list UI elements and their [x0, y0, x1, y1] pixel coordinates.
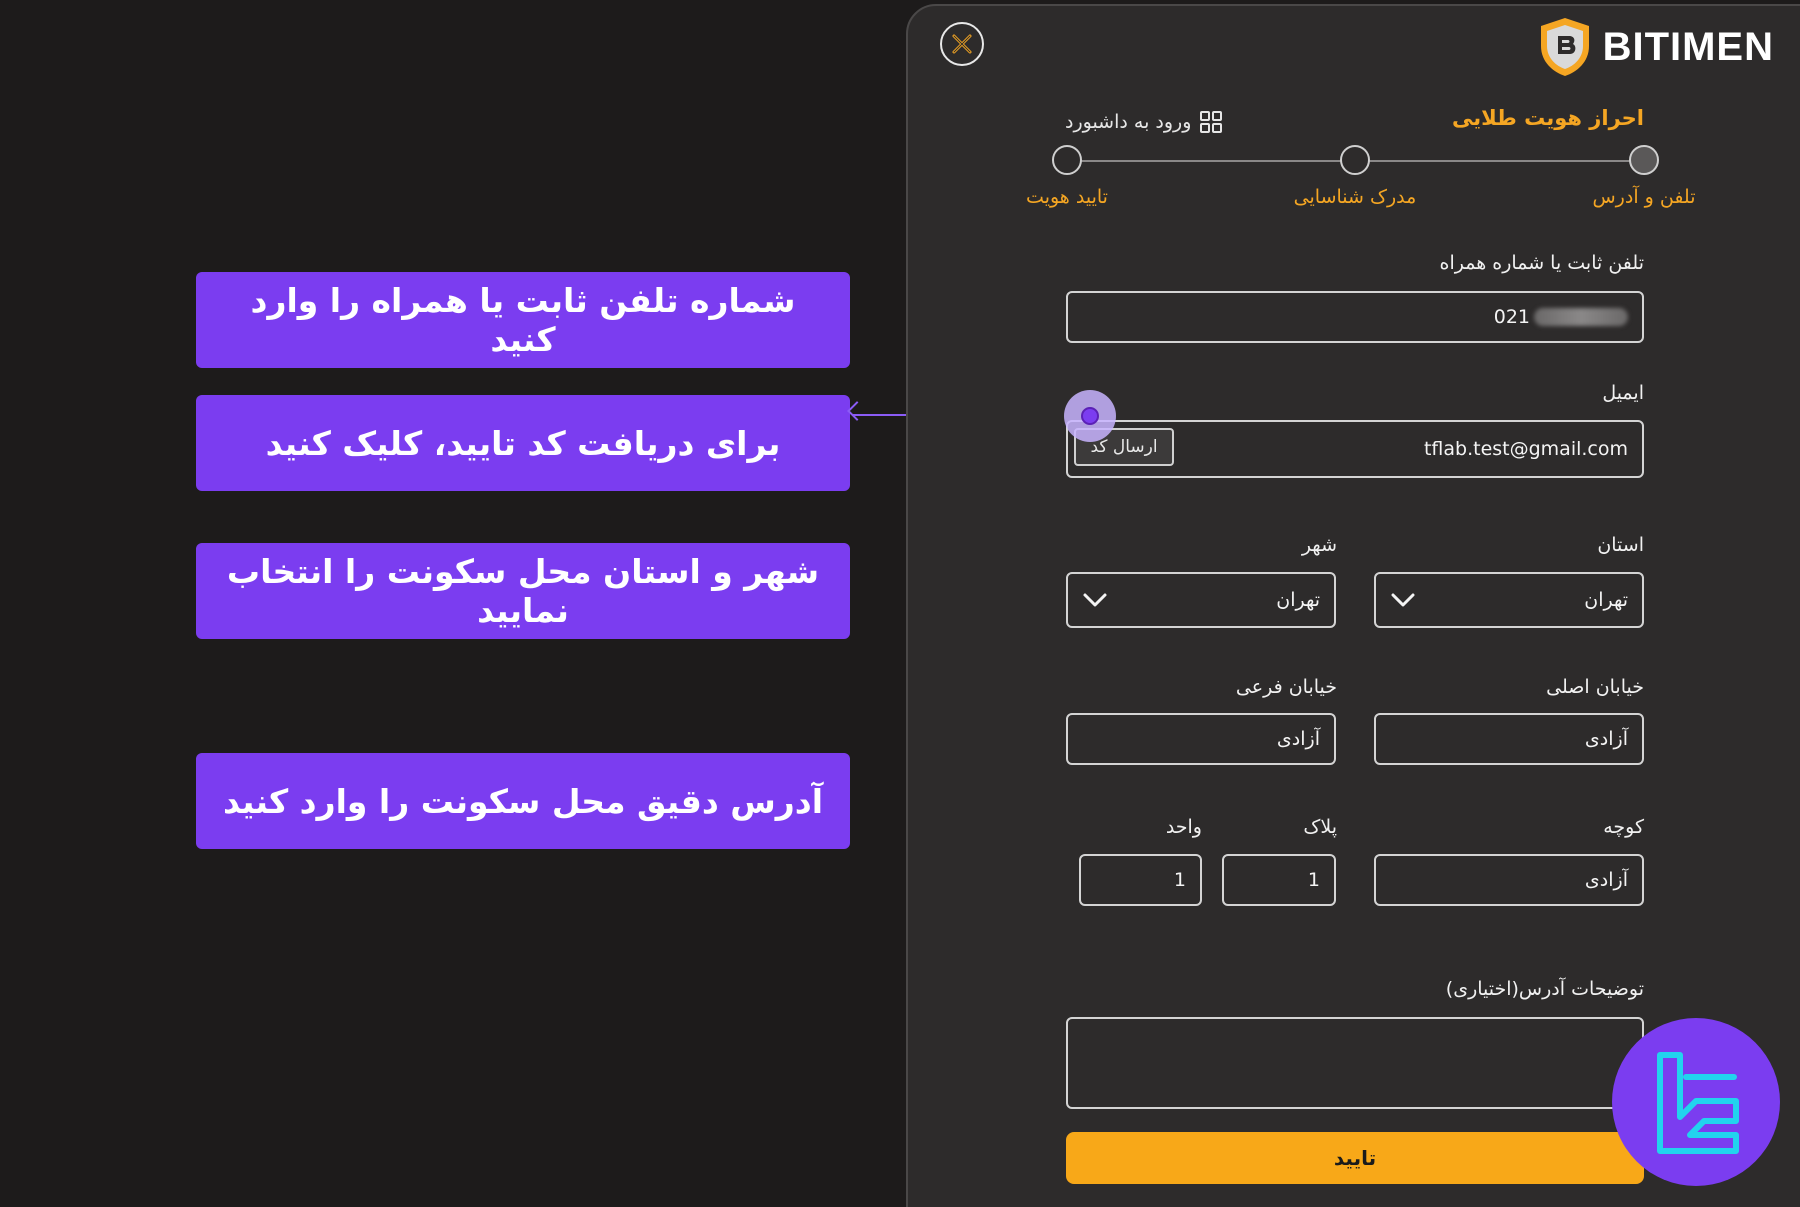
alley-label: کوچه	[1603, 816, 1644, 838]
callout-verify-code: برای دریافت کد تایید، کلیک کنید	[196, 395, 850, 491]
brand-logo: BITIMEN	[1537, 14, 1774, 80]
province-label: استان	[1597, 534, 1644, 556]
main-street-label: خیابان اصلی	[1546, 676, 1644, 698]
plaque-input[interactable]: 1	[1222, 854, 1336, 906]
alley-input[interactable]: آزادی	[1374, 854, 1644, 906]
close-icon	[952, 34, 972, 54]
province-value: تهران	[1584, 589, 1628, 611]
step-label-id-document: مدرک شناسایی	[1293, 186, 1417, 208]
notes-textarea[interactable]	[1066, 1017, 1644, 1109]
bitimen-shield-logo	[1540, 18, 1589, 76]
page-title: احراز هویت طلایی	[1451, 106, 1644, 130]
brand-name: BITIMEN	[1602, 24, 1774, 69]
callout-phone: شماره تلفن ثابت یا همراه را وارد کنید	[196, 272, 850, 368]
city-label: شهر	[1301, 534, 1337, 556]
phone-input[interactable]: 021	[1066, 291, 1644, 343]
unit-input[interactable]: 1	[1079, 854, 1202, 906]
email-label: ایمیل	[1602, 382, 1644, 404]
notes-label: توضیحات آدرس(اختیاری)	[1445, 978, 1644, 1000]
chevron-down-icon	[1391, 593, 1415, 607]
tf-logo-icon	[1657, 1052, 1739, 1154]
callout-address: آدرس دقیق محل سکونت را وارد کنید	[196, 753, 850, 849]
city-select[interactable]: تهران	[1066, 572, 1336, 628]
side-street-value: آزادی	[1276, 728, 1320, 750]
alley-value: آزادی	[1584, 869, 1628, 891]
step-dot-phone-address	[1629, 145, 1659, 175]
step-dot-id-document	[1340, 145, 1370, 175]
unit-value: 1	[1173, 869, 1186, 891]
phone-label: تلفن ثابت یا شماره همراه	[1439, 252, 1644, 274]
callout-arrow-icon	[847, 401, 867, 421]
dashboard-link-label: ورود به داشبورد	[1065, 111, 1192, 133]
main-street-input[interactable]: آزادی	[1374, 713, 1644, 765]
plaque-value: 1	[1307, 869, 1320, 891]
city-value: تهران	[1276, 589, 1320, 611]
plaque-label: پلاک	[1303, 816, 1337, 838]
dashboard-link[interactable]: ورود به داشبورد	[1065, 110, 1223, 134]
email-value: tflab.test@gmail.com	[1423, 438, 1628, 460]
tf-badge	[1612, 1018, 1780, 1186]
step-label-verify: تایید هویت	[1026, 186, 1108, 208]
close-button[interactable]	[940, 22, 984, 66]
phone-value: 021	[1493, 306, 1530, 328]
main-street-value: آزادی	[1584, 728, 1628, 750]
province-select[interactable]: تهران	[1374, 572, 1644, 628]
click-indicator	[1064, 390, 1116, 442]
step-label-phone-address: تلفن و آدرس	[1592, 186, 1696, 208]
grid-icon	[1200, 111, 1223, 133]
chevron-down-icon	[1083, 593, 1107, 607]
submit-button[interactable]: تایید	[1066, 1132, 1644, 1184]
screen: شماره تلفن ثابت یا همراه را وارد کنید بر…	[0, 0, 1800, 1207]
side-street-input[interactable]: آزادی	[1066, 713, 1336, 765]
unit-label: واحد	[1165, 816, 1202, 838]
side-street-label: خیابان فرعی	[1235, 676, 1337, 698]
step-dot-verify	[1052, 145, 1082, 175]
callout-city-province: شهر و استان محل سکونت را انتخاب نمایید	[196, 543, 850, 639]
phone-blur-mask	[1534, 308, 1628, 326]
